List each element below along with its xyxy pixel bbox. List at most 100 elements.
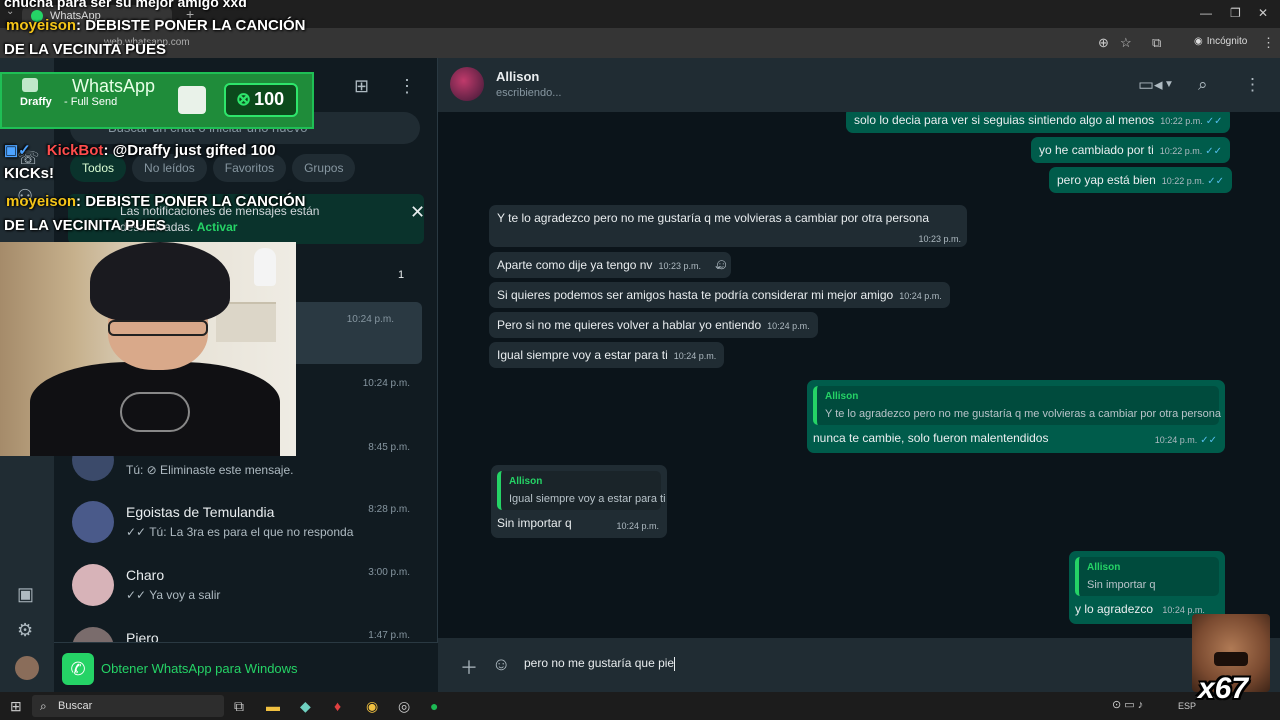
activate-link[interactable]: Activar [197, 220, 238, 234]
minimize-icon[interactable]: — [1200, 6, 1212, 20]
message-incoming[interactable]: Si quieres podemos ser amigos hasta te p… [489, 282, 950, 308]
search-icon: ⌕ [40, 699, 47, 713]
settings-gear-icon[interactable]: ⚙ [17, 620, 33, 641]
language-indicator[interactable]: ESP [1178, 701, 1196, 711]
quote-author: Allison [825, 391, 859, 402]
taskbar-search-label: Buscar [58, 700, 93, 712]
message-time: 10:22 p.m. [1161, 176, 1205, 186]
contact-name: Allison [496, 69, 540, 84]
attach-plus-icon[interactable]: ＋ [460, 654, 478, 680]
message-input[interactable]: pero no me gustaría que pie [524, 656, 676, 671]
profile-avatar[interactable] [15, 656, 39, 680]
message-text: y lo agradezco [1075, 602, 1154, 616]
message-text: pero yap está bien [1057, 173, 1156, 187]
gift-user: Draffy [20, 96, 52, 108]
message-incoming[interactable]: Pero si no me quieres volver a hablar yo… [489, 312, 818, 338]
message-time: 10:24 p.m. [673, 351, 717, 361]
message-input-text: pero no me gustaría que pie [524, 656, 675, 670]
chat-last-message: ✓✓ Tú: La 3ra es para el que no responda [126, 525, 354, 539]
close-window-icon[interactable]: ✕ [1258, 6, 1268, 20]
conversation-header[interactable]: Allison escribiendo... ▭◂ ▼ ⌕ ⋮ [438, 58, 1280, 112]
conversation-panel: Allison escribiendo... ▭◂ ▼ ⌕ ⋮ solo lo … [438, 58, 1280, 692]
message-time: 10:22 p.m. [1159, 146, 1203, 156]
conversation-menu-icon[interactable]: ⋮ [1244, 75, 1261, 95]
webcam-person-hair [90, 242, 230, 322]
message-text: Si quieres podemos ser amigos hasta te p… [497, 288, 894, 302]
message-text: Sin importar q [497, 516, 572, 530]
message-outgoing[interactable]: pero yap está bien 10:22 p.m. ✓✓ [1049, 167, 1233, 193]
message-text: Igual siempre voy a estar para ti [497, 348, 668, 362]
bookmark-star-icon[interactable]: ☆ [1120, 35, 1132, 51]
screen: ⌄ WhatsApp + — ❐ ✕ web.whatsapp.com ⊕ ☆ … [0, 0, 1280, 720]
get-windows-link[interactable]: Obtener WhatsApp para Windows [101, 661, 298, 676]
chat-name: Charo [126, 567, 165, 583]
windows-start-icon[interactable]: ⊞ [10, 698, 22, 715]
contact-avatar[interactable] [450, 67, 484, 101]
close-icon[interactable]: ✕ [410, 203, 425, 221]
message-list[interactable]: solo lo decia para ver si seguias sintie… [438, 112, 1280, 638]
filter-grupos[interactable]: Grupos [292, 154, 356, 182]
contact-status: escribiendo... [496, 87, 562, 99]
extensions-icon[interactable]: ⧉ [1152, 35, 1161, 51]
chrome-icon[interactable]: ◉ [366, 698, 378, 715]
gift-title: WhatsApp [72, 76, 156, 96]
read-receipt-icon: ✓✓ [1205, 116, 1223, 127]
message-time: 10:23 p.m. [918, 234, 961, 244]
chat-time: 8:28 p.m. [368, 504, 410, 515]
file-explorer-icon[interactable]: ▬ [266, 698, 280, 714]
text-caret [674, 656, 676, 671]
obs-icon[interactable]: ◎ [398, 698, 410, 715]
browser-menu-icon[interactable]: ⋮ [1262, 35, 1275, 51]
message-time: 10:24 p.m. [899, 291, 942, 301]
message-incoming[interactable]: Y te lo agradezco pero no me gustaría q … [489, 205, 967, 247]
shirt-icon [178, 86, 206, 114]
task-view-icon[interactable]: ⧉ [234, 698, 244, 715]
gift-amount: ⊗ 100 [224, 83, 298, 117]
maximize-icon[interactable]: ❐ [1230, 6, 1241, 20]
quoted-message[interactable]: Allison Y te lo agradezco pero no me gus… [813, 386, 1222, 425]
quote-author: Allison [1087, 562, 1121, 573]
menu-kebab-icon[interactable]: ⋮ [398, 76, 416, 97]
quoted-message[interactable]: Allison Igual siempre voy a estar para t… [497, 471, 666, 510]
quote-text: Y te lo agradezco pero no me gustaría q … [825, 408, 1222, 420]
message-incoming-reply[interactable]: Allison Igual siempre voy a estar para t… [491, 465, 667, 538]
message-incoming[interactable]: Aparte como dije ya tengo nv 10:23 p.m. ⌄ [489, 252, 732, 278]
get-windows-app-banner[interactable]: ✆ Obtener WhatsApp para Windows [54, 642, 438, 692]
react-emoji-icon[interactable]: ☺ [714, 256, 729, 273]
chat-avatar [72, 564, 114, 606]
chat-message: : DEBISTE PONER LA CANCIÓN [76, 17, 306, 34]
webcam-figurine [254, 248, 276, 286]
chat-username: moyeison [6, 193, 77, 210]
video-call-icon[interactable]: ▭◂ [1138, 75, 1163, 95]
windows-taskbar: ⊞ ⌕ Buscar ⧉ ▬ ◆ ♦ ◉ ◎ ● ⊙ ▭ ♪ ESP [0, 692, 1280, 720]
chat-name: Egoistas de Temulandia [126, 504, 275, 520]
read-receipt-icon: ✓✓ [1207, 176, 1225, 187]
search-icon[interactable]: ⌕ [1198, 75, 1208, 95]
chat-row[interactable]: Charo ✓✓ Ya voy a salir 3:00 p.m. [54, 555, 438, 617]
message-outgoing[interactable]: solo lo decia para ver si seguias sintie… [846, 112, 1231, 133]
quoted-message[interactable]: Allison Sin importar q [1075, 557, 1219, 596]
message-text: Y te lo agradezco pero no me gustaría q … [497, 211, 930, 225]
chat-message-cont: DE LA VECINITA PUES [4, 41, 166, 58]
zoom-icon[interactable]: ⊕ [1098, 35, 1109, 51]
emoji-sticker-icon[interactable]: ☺ [492, 654, 510, 675]
message-outgoing-reply[interactable]: Allison Y te lo agradezco pero no me gus… [807, 380, 1225, 453]
spotify-icon[interactable]: ● [430, 698, 438, 714]
message-incoming[interactable]: Igual siempre voy a estar para ti 10:24 p… [489, 342, 725, 368]
chat-time: 3:00 p.m. [368, 567, 410, 578]
new-chat-icon[interactable]: ⊞ [354, 76, 369, 97]
message-outgoing[interactable]: yo he cambiado por ti 10:22 p.m. ✓✓ [1031, 137, 1231, 163]
message-text: Pero si no me quieres volver a hablar yo… [497, 318, 762, 332]
whatsapp-logo-icon: ✆ [62, 653, 94, 685]
chevron-down-icon[interactable]: ▼ [1164, 79, 1174, 90]
message-time: 10:24 p.m. [767, 321, 810, 331]
app-icon[interactable]: ◆ [300, 698, 311, 715]
taskbar-search[interactable]: ⌕ Buscar [32, 695, 224, 717]
incognito-indicator[interactable]: ◉ Incógnito [1194, 36, 1247, 47]
message-text: Aparte como dije ya tengo nv [497, 258, 653, 272]
app-icon[interactable]: ♦ [334, 698, 341, 714]
media-icon[interactable]: ▣ [17, 584, 34, 605]
tray-icons[interactable]: ⊙ ▭ ♪ [1112, 698, 1143, 711]
chat-time: 10:24 p.m. [362, 378, 410, 389]
chat-row[interactable]: Egoistas de Temulandia ✓✓ Tú: La 3ra es … [54, 492, 438, 554]
